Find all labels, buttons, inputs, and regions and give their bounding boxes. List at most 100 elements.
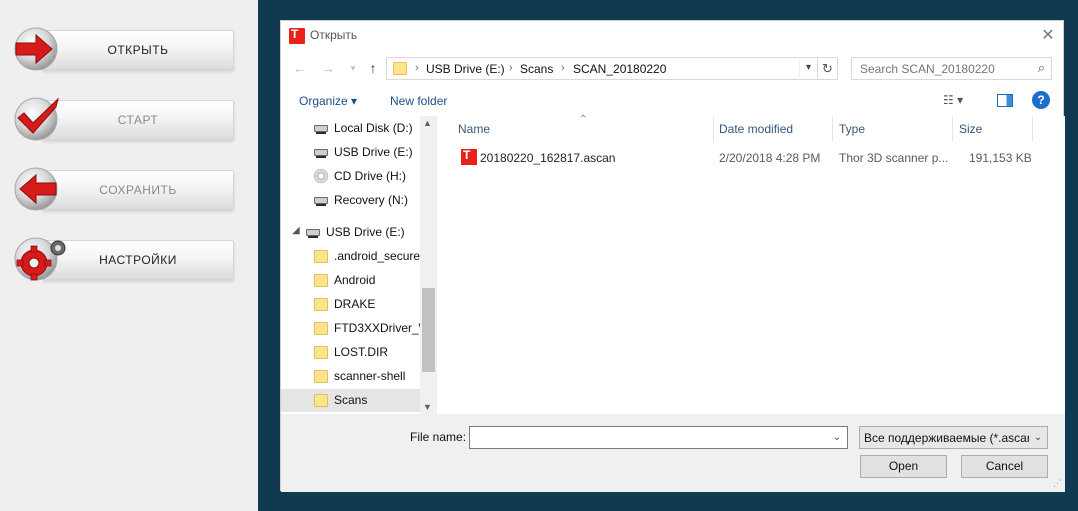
breadcrumb-item[interactable]: USB Drive (E:) bbox=[426, 62, 505, 76]
preview-pane-icon[interactable] bbox=[997, 94, 1013, 107]
nav-item-recovery-n[interactable]: Recovery (N:) bbox=[281, 189, 420, 212]
nav-folder-scans[interactable]: Scans bbox=[281, 389, 420, 412]
folder-icon bbox=[314, 274, 328, 287]
nav-item-label: USB Drive (E:) bbox=[326, 225, 405, 239]
nav-folder-android[interactable]: Android bbox=[281, 269, 420, 292]
red-arrow-left-icon bbox=[14, 167, 58, 211]
cd-drive-icon bbox=[314, 169, 328, 183]
app-logo-icon: T bbox=[289, 27, 305, 44]
close-icon[interactable]: ✕ bbox=[1037, 25, 1059, 47]
open-button-label: ОТКРЫТЬ bbox=[107, 43, 169, 57]
column-divider[interactable] bbox=[713, 116, 714, 142]
file-name: 20180220_162817.ascan bbox=[480, 151, 616, 165]
nav-item-usb-drive-e[interactable]: USB Drive (E:) bbox=[281, 141, 420, 164]
file-date: 2/20/2018 4:28 PM bbox=[719, 151, 821, 165]
nav-item-label: CD Drive (H:) bbox=[334, 169, 406, 183]
search-box[interactable]: ⌕ bbox=[851, 57, 1052, 80]
drive-icon bbox=[314, 125, 328, 134]
app-sidebar: ОТКРЫТЬ СТАРТ СОХРАНИТЬ НАСТРОЙКИ bbox=[0, 0, 258, 511]
drive-icon bbox=[314, 197, 328, 206]
folder-icon bbox=[393, 62, 407, 75]
navigation-pane[interactable]: Local Disk (D:) USB Drive (E:) CD Drive … bbox=[281, 116, 437, 414]
folder-icon bbox=[314, 322, 328, 335]
breadcrumb-item[interactable]: SCAN_20180220 bbox=[573, 62, 666, 76]
file-row[interactable]: T 20180220_162817.ascan 2/20/2018 4:28 P… bbox=[439, 146, 1065, 168]
nav-item-label: .android_secure bbox=[334, 249, 420, 263]
file-type-filter-value: Все поддерживаемые (*.ascan bbox=[864, 431, 1034, 445]
chevron-down-icon[interactable]: ⌄ bbox=[827, 427, 847, 448]
settings-button-label: НАСТРОЙКИ bbox=[99, 253, 177, 267]
drive-icon bbox=[314, 149, 328, 158]
file-list[interactable]: ⌃ Name Date modified Type Size T 2018022… bbox=[439, 114, 1065, 414]
breadcrumb-item[interactable]: Scans bbox=[520, 62, 553, 76]
scrollbar-thumb[interactable] bbox=[422, 288, 435, 372]
column-header-date[interactable]: Date modified bbox=[719, 122, 793, 140]
back-arrow-icon[interactable]: ← bbox=[290, 58, 310, 78]
column-header-name[interactable]: Name bbox=[458, 122, 490, 140]
nav-item-label: scanner-shell bbox=[334, 369, 406, 383]
sort-ascending-icon: ⌃ bbox=[579, 114, 588, 125]
column-divider[interactable] bbox=[952, 116, 953, 142]
view-options-icon[interactable]: ☷ ▾ bbox=[943, 93, 963, 107]
red-arrow-right-icon bbox=[14, 27, 58, 71]
file-type-filter[interactable]: Все поддерживаемые (*.ascan ⌄ bbox=[859, 426, 1048, 449]
resize-grip-icon[interactable]: ⋰ bbox=[1053, 478, 1062, 489]
breadcrumb-chevron-icon: › bbox=[561, 62, 565, 74]
recent-chevron-icon[interactable]: ▾ bbox=[343, 58, 363, 78]
nav-folder-scanner-shell[interactable]: scanner-shell bbox=[281, 365, 420, 388]
red-checkmark-icon bbox=[14, 97, 59, 141]
start-button[interactable]: СТАРТ bbox=[12, 96, 234, 142]
file-name-combobox[interactable]: ⌄ bbox=[469, 426, 848, 449]
nav-item-label: FTD3XXDriver_W bbox=[334, 321, 420, 335]
chevron-down-icon[interactable]: ⌄ bbox=[1029, 427, 1047, 448]
nav-item-local-disk-d[interactable]: Local Disk (D:) bbox=[281, 117, 420, 140]
folder-icon bbox=[314, 250, 328, 263]
column-divider[interactable] bbox=[832, 116, 833, 142]
nav-scrollbar[interactable]: ▲ ▼ bbox=[420, 116, 437, 414]
nav-folder-lost-dir[interactable]: LOST.DIR bbox=[281, 341, 420, 364]
search-icon[interactable]: ⌕ bbox=[1038, 60, 1045, 76]
nav-folder-android-secure[interactable]: .android_secure bbox=[281, 245, 420, 268]
gear-icon bbox=[14, 237, 66, 281]
nav-item-cd-drive-h[interactable]: CD Drive (H:) bbox=[281, 165, 420, 188]
nav-folder-drake[interactable]: DRAKE bbox=[281, 293, 420, 316]
address-dropdown-icon[interactable]: ▾ bbox=[799, 57, 817, 80]
scroll-down-icon[interactable]: ▼ bbox=[423, 402, 432, 412]
up-arrow-icon[interactable]: ↑ bbox=[363, 58, 383, 78]
ascan-file-icon: T bbox=[461, 148, 477, 165]
forward-arrow-icon[interactable]: → bbox=[318, 58, 338, 78]
new-folder-button[interactable]: New folder bbox=[390, 94, 447, 108]
file-name-label: File name: bbox=[410, 430, 467, 444]
nav-item-label: LOST.DIR bbox=[334, 345, 389, 359]
help-icon[interactable]: ? bbox=[1032, 91, 1050, 109]
column-divider[interactable] bbox=[1032, 116, 1033, 142]
file-name-input[interactable] bbox=[470, 427, 826, 448]
search-input[interactable] bbox=[852, 58, 1030, 79]
file-size: 191,153 KB bbox=[969, 151, 1032, 165]
open-dialog-button[interactable]: Open bbox=[860, 455, 947, 478]
breadcrumb-chevron-icon: › bbox=[509, 62, 513, 74]
address-bar[interactable]: › USB Drive (E:) › Scans › SCAN_20180220 bbox=[386, 57, 818, 80]
cancel-button[interactable]: Cancel bbox=[961, 455, 1048, 478]
app-logo-letter: T bbox=[291, 27, 299, 41]
nav-item-usb-drive-e-expanded[interactable]: ◢ USB Drive (E:) bbox=[281, 221, 420, 244]
column-header-size[interactable]: Size bbox=[959, 122, 982, 140]
dialog-titlebar[interactable]: T Открыть ✕ bbox=[281, 21, 1063, 51]
nav-item-label: Android bbox=[334, 273, 376, 287]
nav-folder-ftd3xxdriver[interactable]: FTD3XXDriver_W bbox=[281, 317, 420, 340]
save-button[interactable]: СОХРАНИТЬ bbox=[12, 166, 234, 212]
folder-icon bbox=[314, 346, 328, 359]
breadcrumb-chevron-icon: › bbox=[415, 62, 419, 74]
nav-item-label: Local Disk (D:) bbox=[334, 121, 413, 135]
nav-item-label: Recovery (N:) bbox=[334, 193, 409, 207]
settings-button[interactable]: НАСТРОЙКИ bbox=[12, 236, 234, 282]
refresh-icon[interactable]: ↻ bbox=[818, 57, 838, 80]
nav-item-label: USB Drive (E:) bbox=[334, 145, 413, 159]
column-header-type[interactable]: Type bbox=[839, 122, 865, 140]
organize-menu[interactable]: Organize ▾ bbox=[299, 94, 357, 108]
scroll-up-icon[interactable]: ▲ bbox=[423, 118, 432, 128]
expand-chevron-icon[interactable]: ◢ bbox=[292, 225, 300, 236]
open-button[interactable]: ОТКРЫТЬ bbox=[12, 26, 234, 72]
drive-icon bbox=[306, 229, 320, 238]
open-file-dialog: T Открыть ✕ ← → ▾ ↑ › USB Drive (E:) › S… bbox=[280, 20, 1065, 492]
